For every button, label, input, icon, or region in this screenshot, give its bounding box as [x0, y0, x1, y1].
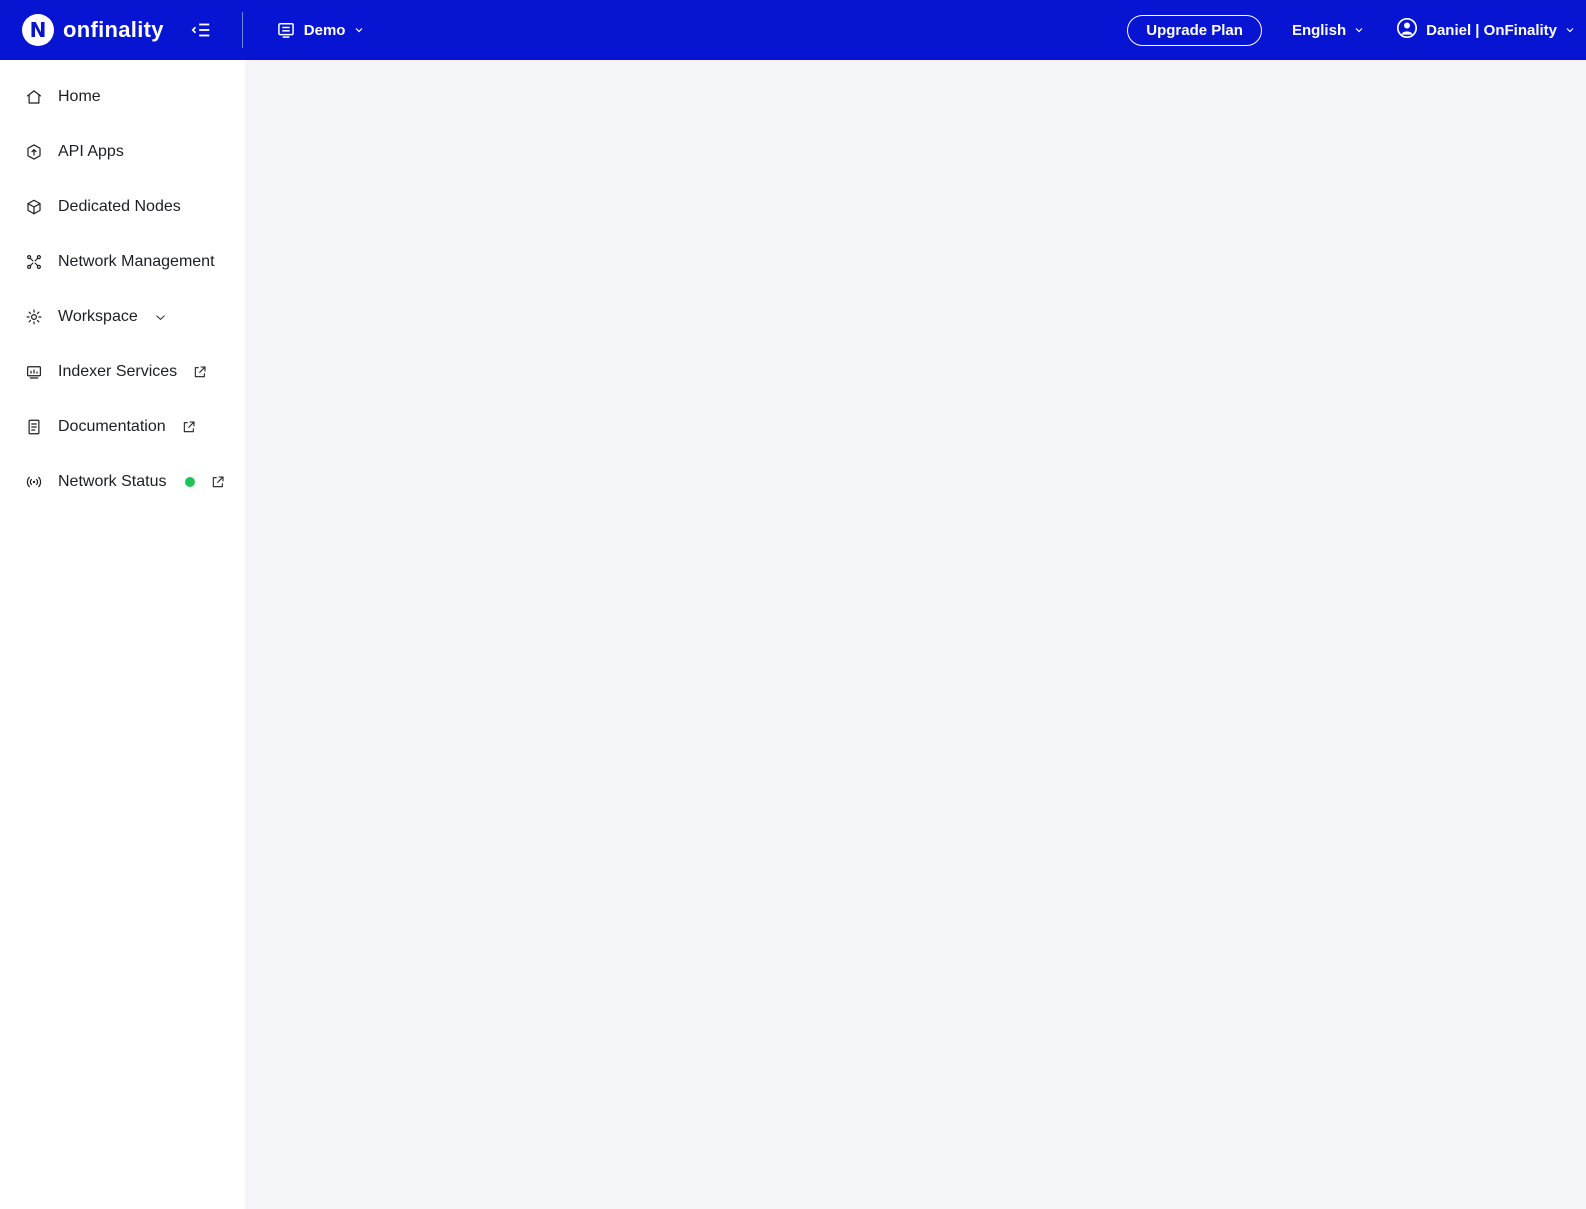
collapse-sidebar-icon[interactable] — [190, 19, 212, 41]
user-name: Daniel | OnFinality — [1426, 22, 1557, 39]
sidebar-items: Home API Apps Dedicated Nodes Network Manag… — [0, 74, 245, 505]
sidebar-item-workspace[interactable]: Workspace — [0, 294, 245, 340]
api-apps-icon — [25, 143, 43, 161]
sidebar-item-documentation[interactable]: Documentation — [0, 404, 245, 450]
chevron-down-icon — [1353, 24, 1365, 36]
sidebar-item-label: API Apps — [58, 143, 124, 161]
sidebar-item-indexer-services[interactable]: Indexer Services — [0, 349, 245, 395]
sidebar-item-home[interactable]: Home — [0, 74, 245, 120]
sidebar-item-label: Indexer Services — [58, 363, 177, 381]
chevron-down-icon — [153, 310, 168, 325]
upgrade-plan-button[interactable]: Upgrade Plan — [1127, 15, 1262, 46]
status-dot-green — [185, 477, 195, 487]
cube-icon — [25, 198, 43, 216]
document-icon — [25, 418, 43, 436]
broadcast-icon — [25, 473, 43, 491]
sidebar-item-label: Documentation — [58, 418, 166, 436]
home-icon — [25, 88, 43, 106]
onfinality-logo-icon: N — [22, 14, 54, 46]
sidebar-item-label: Network Management — [58, 253, 215, 271]
sidebar-item-label: Home — [58, 88, 101, 106]
sidebar-item-api-apps[interactable]: API Apps — [0, 129, 245, 175]
gear-icon — [25, 308, 43, 326]
external-link-icon — [181, 419, 197, 435]
sidebar-item-label: Workspace — [58, 308, 138, 326]
sidebar-item-label: Dedicated Nodes — [58, 198, 181, 216]
avatar-icon — [1395, 16, 1419, 45]
chevron-down-icon — [1564, 24, 1576, 36]
navbar-divider — [242, 12, 243, 48]
brand-name: onfinality — [63, 17, 164, 43]
network-icon — [25, 253, 43, 271]
external-link-icon — [210, 474, 226, 490]
sidebar-item-network-management[interactable]: Network Management — [0, 239, 245, 285]
external-link-icon — [192, 364, 208, 380]
chevron-down-icon — [353, 24, 365, 36]
indexer-icon — [25, 363, 43, 381]
brand[interactable]: N onfinality — [0, 14, 164, 46]
workspace-name: Demo — [304, 22, 346, 39]
language-selector[interactable]: English — [1292, 22, 1365, 39]
user-menu[interactable]: Daniel | OnFinality — [1395, 16, 1576, 45]
sidebar-item-dedicated-nodes[interactable]: Dedicated Nodes — [0, 184, 245, 230]
sidebar-item-network-status[interactable]: Network Status — [0, 459, 245, 505]
workspace-icon — [276, 20, 296, 40]
top-navbar: N onfinality Demo Upgrade Plan English — [0, 0, 1586, 60]
language-label: English — [1292, 22, 1346, 39]
workspace-switcher[interactable]: Demo — [276, 20, 366, 40]
sidebar: Home API Apps Dedicated Nodes Network Manag… — [0, 60, 245, 1209]
sidebar-item-label: Network Status — [58, 473, 166, 491]
